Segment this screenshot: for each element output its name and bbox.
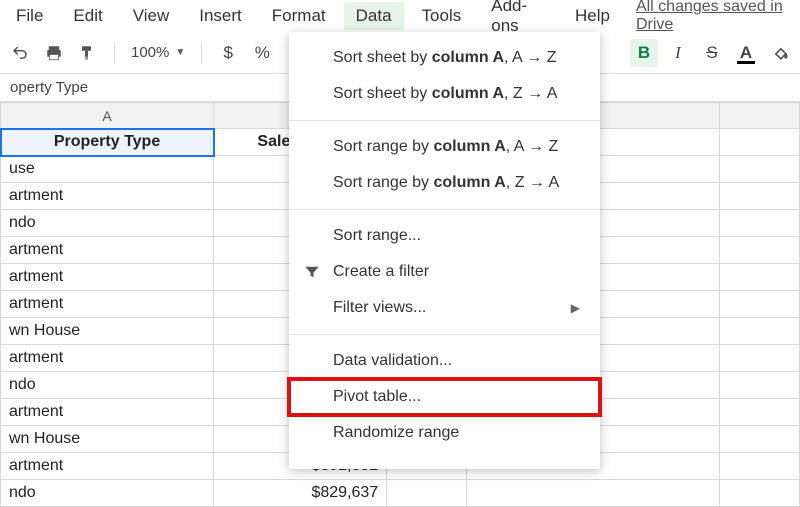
- column-header-g[interactable]: [720, 103, 800, 129]
- cell-A14[interactable]: ndo: [1, 480, 214, 507]
- data-menu-dropdown: Sort sheet by column A, A → Z Sort sheet…: [289, 32, 600, 469]
- cell-F14[interactable]: [467, 480, 720, 507]
- paint-format-button[interactable]: [74, 39, 102, 67]
- cell-G12[interactable]: [720, 426, 800, 453]
- cell-G9[interactable]: [720, 345, 800, 372]
- cell-G10[interactable]: [720, 372, 800, 399]
- cell-G1[interactable]: [720, 129, 800, 156]
- zoom-value: 100%: [131, 44, 169, 61]
- dropdown-separator: [289, 209, 600, 210]
- cell-A11[interactable]: artment: [1, 399, 214, 426]
- menu-sort-range[interactable]: Sort range...: [289, 218, 600, 254]
- zoom-select[interactable]: 100% ▼: [127, 44, 189, 61]
- dropdown-separator: [289, 120, 600, 121]
- menu-file[interactable]: File: [4, 2, 55, 30]
- menu-view[interactable]: View: [121, 2, 182, 30]
- chevron-down-icon: ▼: [175, 47, 185, 58]
- cell-G6[interactable]: [720, 264, 800, 291]
- dd-label: Filter views...: [333, 299, 426, 317]
- format-percent-button[interactable]: %: [248, 39, 276, 67]
- menu-data-validation[interactable]: Data validation...: [289, 343, 600, 379]
- dd-label: Create a filter: [333, 263, 429, 281]
- strikethrough-button[interactable]: S: [698, 39, 726, 67]
- cell-A13[interactable]: artment: [1, 453, 214, 480]
- table-row: ndo$829,637: [1, 480, 800, 507]
- menu-data[interactable]: Data: [344, 2, 404, 30]
- menu-format[interactable]: Format: [260, 2, 338, 30]
- menu-pivot-table[interactable]: Pivot table...: [289, 379, 600, 415]
- dd-label: Sort range by column A, Z → A: [333, 174, 559, 192]
- menu-insert[interactable]: Insert: [187, 2, 254, 30]
- toolbar-separator: [201, 42, 202, 64]
- text-color-button[interactable]: A: [732, 39, 760, 67]
- dd-label: Randomize range: [333, 424, 459, 442]
- cell-G7[interactable]: [720, 291, 800, 318]
- cell-G11[interactable]: [720, 399, 800, 426]
- cell-B14[interactable]: $829,637: [214, 480, 387, 507]
- menu-help[interactable]: Help: [563, 2, 622, 30]
- menu-tools[interactable]: Tools: [410, 2, 474, 30]
- drive-status[interactable]: All changes saved in Drive: [636, 0, 796, 34]
- column-header-a[interactable]: A: [1, 103, 214, 129]
- dd-label: Sort range by column A, A → Z: [333, 138, 558, 156]
- cell-A5[interactable]: artment: [1, 237, 214, 264]
- italic-button[interactable]: I: [664, 39, 692, 67]
- menu-randomize-range[interactable]: Randomize range: [289, 415, 600, 451]
- cell-A12[interactable]: wn House: [1, 426, 214, 453]
- format-currency-button[interactable]: $: [214, 39, 242, 67]
- cell-A4[interactable]: ndo: [1, 210, 214, 237]
- dd-label: Sort range...: [333, 227, 421, 245]
- dd-label: Pivot table...: [333, 388, 421, 406]
- dd-label: Sort sheet by column A, Z → A: [333, 85, 557, 103]
- name-box[interactable]: operty Type: [0, 77, 98, 98]
- cell-A2[interactable]: use: [1, 156, 214, 183]
- menu-edit[interactable]: Edit: [61, 2, 114, 30]
- print-button[interactable]: [40, 39, 68, 67]
- chevron-right-icon: ▶: [571, 301, 580, 315]
- toolbar-separator: [114, 42, 115, 64]
- cell-A9[interactable]: artment: [1, 345, 214, 372]
- undo-button[interactable]: [6, 39, 34, 67]
- cell-G8[interactable]: [720, 318, 800, 345]
- cell-A1[interactable]: Property Type: [1, 129, 214, 156]
- menu-sort-range-az[interactable]: Sort range by column A, A → Z: [289, 129, 600, 165]
- menubar: File Edit View Insert Format Data Tools …: [0, 0, 800, 32]
- cell-G4[interactable]: [720, 210, 800, 237]
- cell-A6[interactable]: artment: [1, 264, 214, 291]
- fill-color-button[interactable]: [766, 39, 794, 67]
- cell-G3[interactable]: [720, 183, 800, 210]
- menu-sort-sheet-za[interactable]: Sort sheet by column A, Z → A: [289, 76, 600, 112]
- menu-create-filter[interactable]: Create a filter: [289, 254, 600, 290]
- dd-label: Data validation...: [333, 352, 452, 370]
- bold-button[interactable]: B: [630, 39, 658, 67]
- cell-A7[interactable]: artment: [1, 291, 214, 318]
- dd-label: Sort sheet by column A, A → Z: [333, 49, 556, 67]
- cell-A8[interactable]: wn House: [1, 318, 214, 345]
- cell-G13[interactable]: [720, 453, 800, 480]
- menu-filter-views[interactable]: Filter views... ▶: [289, 290, 600, 326]
- cell-A3[interactable]: artment: [1, 183, 214, 210]
- menu-sort-sheet-az[interactable]: Sort sheet by column A, A → Z: [289, 40, 600, 76]
- cell-G2[interactable]: [720, 156, 800, 183]
- cell-G14[interactable]: [720, 480, 800, 507]
- cell-G5[interactable]: [720, 237, 800, 264]
- cell-E14[interactable]: [387, 480, 467, 507]
- filter-icon: [303, 263, 321, 281]
- cell-A10[interactable]: ndo: [1, 372, 214, 399]
- menu-sort-range-za[interactable]: Sort range by column A, Z → A: [289, 165, 600, 201]
- dropdown-separator: [289, 334, 600, 335]
